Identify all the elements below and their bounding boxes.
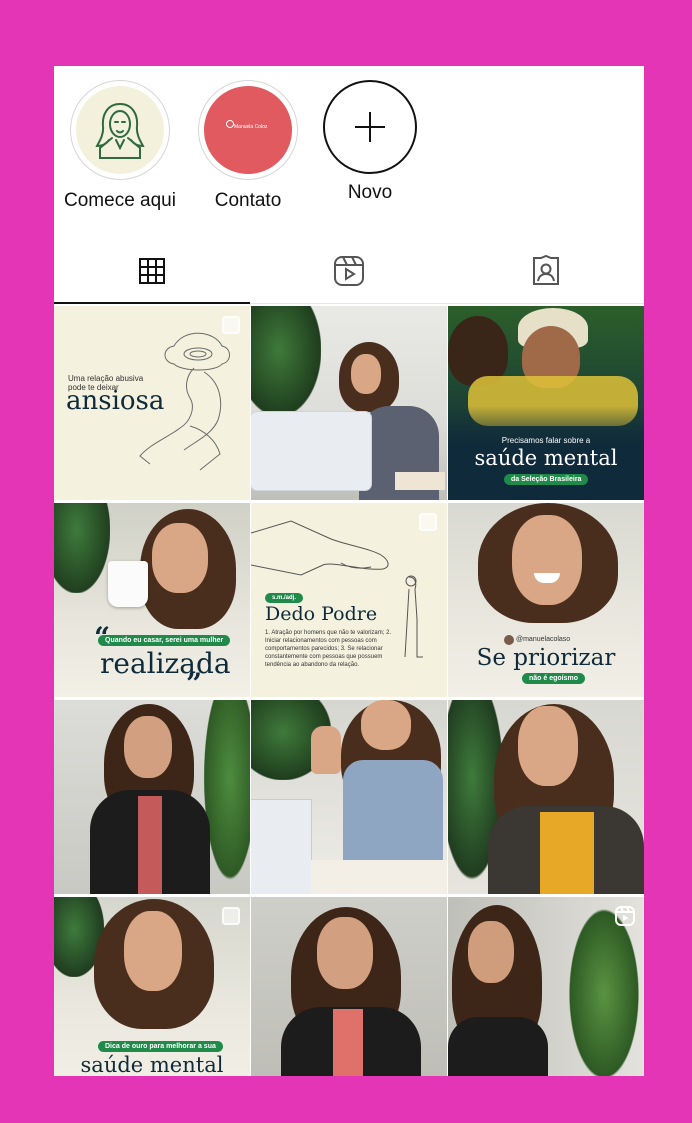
tab-tagged[interactable] <box>448 238 644 304</box>
post-headline: saúde mental <box>474 446 618 470</box>
new-highlight-button[interactable] <box>323 80 417 174</box>
person-shirt <box>343 760 443 860</box>
post-tile[interactable]: @manuelacolaso Se priorizar não é egoísm… <box>448 503 644 697</box>
active-tab-indicator <box>54 302 250 304</box>
person-face <box>361 700 411 750</box>
tab-reels[interactable] <box>251 238 447 304</box>
post-tile[interactable]: Precisamos falar sobre a saúde mental da… <box>448 306 644 500</box>
woman-line-drawing-icon <box>76 86 164 174</box>
highlight-label: Comece aqui <box>64 190 176 211</box>
highlight-ring <box>70 80 170 180</box>
post-tile[interactable] <box>251 306 447 500</box>
person-face <box>351 354 381 394</box>
multi-photo-icon <box>222 316 240 334</box>
profile-avatar-icon <box>504 635 514 645</box>
post-tile[interactable]: Dica de ouro para melhorar a sua saúde m… <box>54 897 250 1076</box>
post-pill: não é egoísmo <box>522 673 586 684</box>
profile-tabs <box>54 238 644 304</box>
multi-photo-icon <box>222 907 240 925</box>
quote-close-icon: ” <box>186 667 203 697</box>
profile-panel: Comece aqui Manuela Coloz Contato Novo U… <box>54 66 644 1076</box>
post-pill: Dica de ouro para melhorar a sua <box>98 1041 223 1052</box>
post-tile[interactable]: Uma relação abusiva pode te deixar ansio… <box>54 306 250 500</box>
person-shirt <box>333 1009 363 1076</box>
person-face <box>124 911 182 991</box>
person-shirt <box>138 796 162 894</box>
grid-icon <box>139 258 165 284</box>
posts-grid: Uma relação abusiva pode te deixar ansio… <box>54 306 644 1076</box>
laptop-image <box>251 800 311 894</box>
post-caption-small: Precisamos falar sobre a <box>501 436 591 445</box>
tagged-person-icon <box>533 254 559 285</box>
person-face <box>317 917 373 989</box>
desk-image <box>311 860 447 894</box>
plant-image <box>251 306 321 416</box>
post-headline: realizada <box>100 647 231 680</box>
person-face <box>468 921 514 983</box>
multi-photo-icon <box>419 513 437 531</box>
reel-post-icon <box>615 906 635 926</box>
person-face <box>512 515 582 605</box>
post-handle: @manuelacolaso <box>516 636 571 643</box>
highlight-label: Contato <box>214 190 282 211</box>
reels-icon <box>334 256 364 286</box>
post-badge: s.m./adj. <box>265 593 304 603</box>
post-pill: Quando eu casar, serei uma mulher <box>98 635 231 646</box>
post-headline: saúde mental <box>80 1053 224 1076</box>
highlight-comece-aqui[interactable]: Comece aqui <box>60 80 180 212</box>
notebooks-image <box>395 472 445 490</box>
post-pill: da Seleção Brasileira <box>504 474 589 485</box>
post-tile[interactable]: s.m./adj. Dedo Podre 1. Atração por home… <box>251 503 447 697</box>
waving-hand-image <box>311 726 341 774</box>
plant-image <box>54 503 110 593</box>
highlight-contato[interactable]: Manuela Coloz Contato <box>188 80 308 212</box>
post-tile[interactable]: “ Quando eu casar, serei uma mulher real… <box>54 503 250 697</box>
post-tile[interactable] <box>54 700 250 894</box>
contact-card-name: Manuela Coloz <box>234 124 268 130</box>
plus-icon-bar <box>355 126 385 128</box>
person-face <box>124 716 172 778</box>
post-tile[interactable] <box>448 897 644 1076</box>
post-body: 1. Atração por homens que não te valoriz… <box>265 630 392 668</box>
mug-image <box>108 561 148 607</box>
laptop-image <box>251 412 371 490</box>
post-headline: ansiosa <box>66 386 165 416</box>
tabs-divider <box>250 303 644 304</box>
story-highlights: Comece aqui Manuela Coloz Contato Novo <box>54 66 644 226</box>
post-headline: Dedo Podre <box>265 603 378 625</box>
person-blazer <box>448 1017 548 1076</box>
highlight-ring: Manuela Coloz <box>198 80 298 180</box>
contact-card-image: Manuela Coloz <box>204 86 292 174</box>
person-face <box>518 706 578 786</box>
person-face <box>152 523 208 593</box>
post-headline: Se priorizar <box>476 645 616 671</box>
post-tile[interactable] <box>251 897 447 1076</box>
pin-icon <box>226 120 234 128</box>
person-shirt <box>540 812 594 894</box>
tab-grid[interactable] <box>54 238 250 304</box>
post-tile[interactable] <box>251 700 447 894</box>
highlight-novo[interactable]: Novo <box>310 80 430 204</box>
post-tile[interactable] <box>448 700 644 894</box>
highlight-label: Novo <box>347 182 393 203</box>
